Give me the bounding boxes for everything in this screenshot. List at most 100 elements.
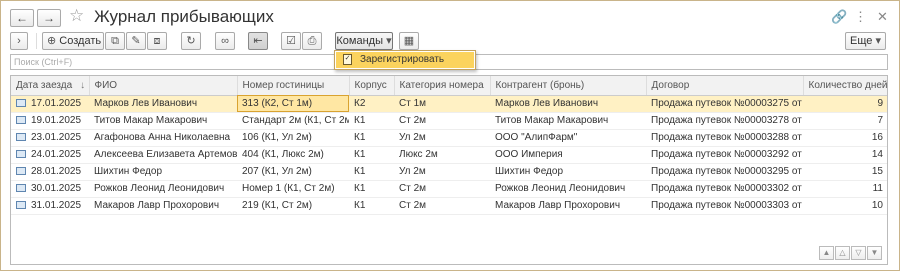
column-header-contract[interactable]: Договор [646,76,804,96]
table-row[interactable]: 31.01.2025 Макаров Лавр Прохорович 219 (К1… [11,197,887,215]
column-header-days[interactable]: Количество дней [803,76,887,96]
cell-contract: Продажа путевок №00003278 от ... [646,112,803,130]
chevron-down-icon: ▾ [386,35,392,47]
cell-days: 14 [803,146,887,164]
document-icon [16,184,26,192]
mark-delete-button[interactable]: ⧈ [147,32,167,50]
column-header-room[interactable]: Номер гостиницы [237,76,350,96]
scroll-top-button[interactable]: ▲ [819,246,834,260]
back-button[interactable]: ← [10,9,34,27]
scroll-bottom-button[interactable]: ▼ [867,246,882,260]
glasses-icon: ∞ [221,35,229,47]
arrow-right-icon: → [43,11,55,25]
cell-text: Макаров Лавр Прохорович [495,200,621,211]
up-icon: △ [839,248,846,257]
cell-days: 7 [803,112,887,130]
cell-room: Номер 1 (К1, Ст 2м) [237,180,349,198]
print-button[interactable]: ⎙ [302,32,322,50]
cell-text: Стандарт 2м (К1, Ст 2м) [242,115,349,126]
cell-text: Ул 2м [399,166,426,177]
column-header-name[interactable]: ФИО [89,76,238,96]
refresh-icon: ↻ [186,35,196,47]
scroll-down-button[interactable]: ▽ [851,246,866,260]
table-icon: ▦ [403,35,415,47]
cell-text: 9 [877,98,883,109]
cell-category: Люкс 2м [394,146,490,164]
favorite-star-icon[interactable]: ☆ [69,6,84,26]
refresh-button[interactable]: ↻ [181,32,201,50]
cell-name: Алексеева Елизавета Артемовна [89,146,237,164]
cell-name: Титов Макар Макарович [89,112,237,130]
create-button[interactable]: ⊕ Создать [42,32,104,50]
cell-category: Ул 2м [394,129,490,147]
cell-text: 404 (К1, Люкс 2м) [242,149,324,160]
column-header-category[interactable]: Категория номера [394,76,491,96]
cell-text: Шихтин Федор [495,166,564,177]
more-vertical-icon[interactable]: ⋮ [854,9,867,25]
table-row[interactable]: 17.01.2025 Марков Лев Иванович 313 (К2, Ст… [11,95,887,113]
cell-building: К1 [349,180,394,198]
create-label: Создать [59,35,102,47]
edit-button[interactable]: ✎ [126,32,146,50]
cell-text: Ст 2м [399,183,427,194]
cell-text: К1 [354,115,366,126]
document-icon [16,99,26,107]
commands-button[interactable]: Команды ▾ [335,32,393,50]
expand-button[interactable]: › [10,32,28,50]
column-header-building[interactable]: Корпус [349,76,395,96]
commands-label: Команды [336,35,383,47]
cell-text: ООО Империя [495,149,563,160]
cell-contract: Продажа путевок №00003295 от ... [646,163,803,181]
cell-text: Номер 1 (К1, Ст 2м) [242,183,335,194]
document-icon [16,133,26,141]
printer-icon: ⎙ [307,35,317,47]
link-icon[interactable]: 🔗 [831,9,847,25]
cell-text: Агафонова Анна Николаевна [94,132,231,143]
table-row[interactable]: 19.01.2025 Титов Макар Макарович Стандарт … [11,112,887,130]
cell-contract: Продажа путевок №00003302 от ... [646,180,803,198]
cell-counterparty: ООО Империя [490,146,646,164]
cell-date: 17.01.2025 [11,95,89,113]
toolbar-divider [36,33,37,49]
table-header: Дата заезда ↓ ФИО Номер гостиницы Корпус … [11,76,887,96]
cell-counterparty: Марков Лев Иванович [490,95,646,113]
menu-item-register[interactable]: ✓ Зарегистрировать [336,52,474,68]
cell-date: 23.01.2025 [11,129,89,147]
cell-room: 219 (К1, Ст 2м) [237,197,349,215]
column-header-date-label: Дата заезда [16,79,73,91]
cell-category: Ст 2м [394,180,490,198]
post-button[interactable]: ☑ [281,32,301,50]
cell-date: 30.01.2025 [11,180,89,198]
search-placeholder: Поиск (Ctrl+F) [14,57,73,67]
cell-text: Продажа путевок №00003278 от ... [651,115,803,126]
column-header-counterparty[interactable]: Контрагент (бронь) [490,76,647,96]
cell-text: 219 (К1, Ст 2м) [242,200,313,211]
cell-category: Ст 1м [394,95,490,113]
arrivals-table: Дата заезда ↓ ФИО Номер гостиницы Корпус … [10,75,888,265]
scroll-up-button[interactable]: △ [835,246,850,260]
cell-text: 15 [871,166,883,177]
double-up-icon: ▲ [822,248,831,257]
cell-text: 31.01.2025 [31,200,82,211]
filter-toggle-button[interactable]: ⇤ [248,32,268,50]
table-row[interactable]: 30.01.2025 Рожков Леонид Леонидович Номер … [11,180,887,198]
column-header-date[interactable]: Дата заезда ↓ [11,76,90,96]
table-row[interactable]: 24.01.2025 Алексеева Елизавета Артемовна 4… [11,146,887,164]
more-button[interactable]: Еще ▾ [845,32,886,50]
cell-name: Рожков Леонид Леонидович [89,180,237,198]
pencil-icon: ✎ [131,35,141,47]
table-row[interactable]: 28.01.2025 Шихтин Федор 207 (К1, Ул 2м) К1 У… [11,163,887,181]
cell-text: Продажа путевок №00003303 от ... [651,200,803,211]
cell-text: 24.01.2025 [31,149,82,160]
table-row[interactable]: 23.01.2025 Агафонова Анна Николаевна 106 (… [11,129,887,147]
cell-text: ООО "АлипФарм" [495,132,578,143]
forward-button[interactable]: → [37,9,61,27]
report-button[interactable]: ▦ [399,32,419,50]
cell-date: 28.01.2025 [11,163,89,181]
cell-room: Стандарт 2м (К1, Ст 2м) [237,112,349,130]
view-button[interactable]: ∞ [215,32,235,50]
copy-button[interactable]: ⧉ [105,32,125,50]
close-icon[interactable]: ✕ [877,9,888,25]
cell-contract: Продажа путевок №00003275 от ... [646,95,803,113]
cell-text: К2 [354,98,366,109]
